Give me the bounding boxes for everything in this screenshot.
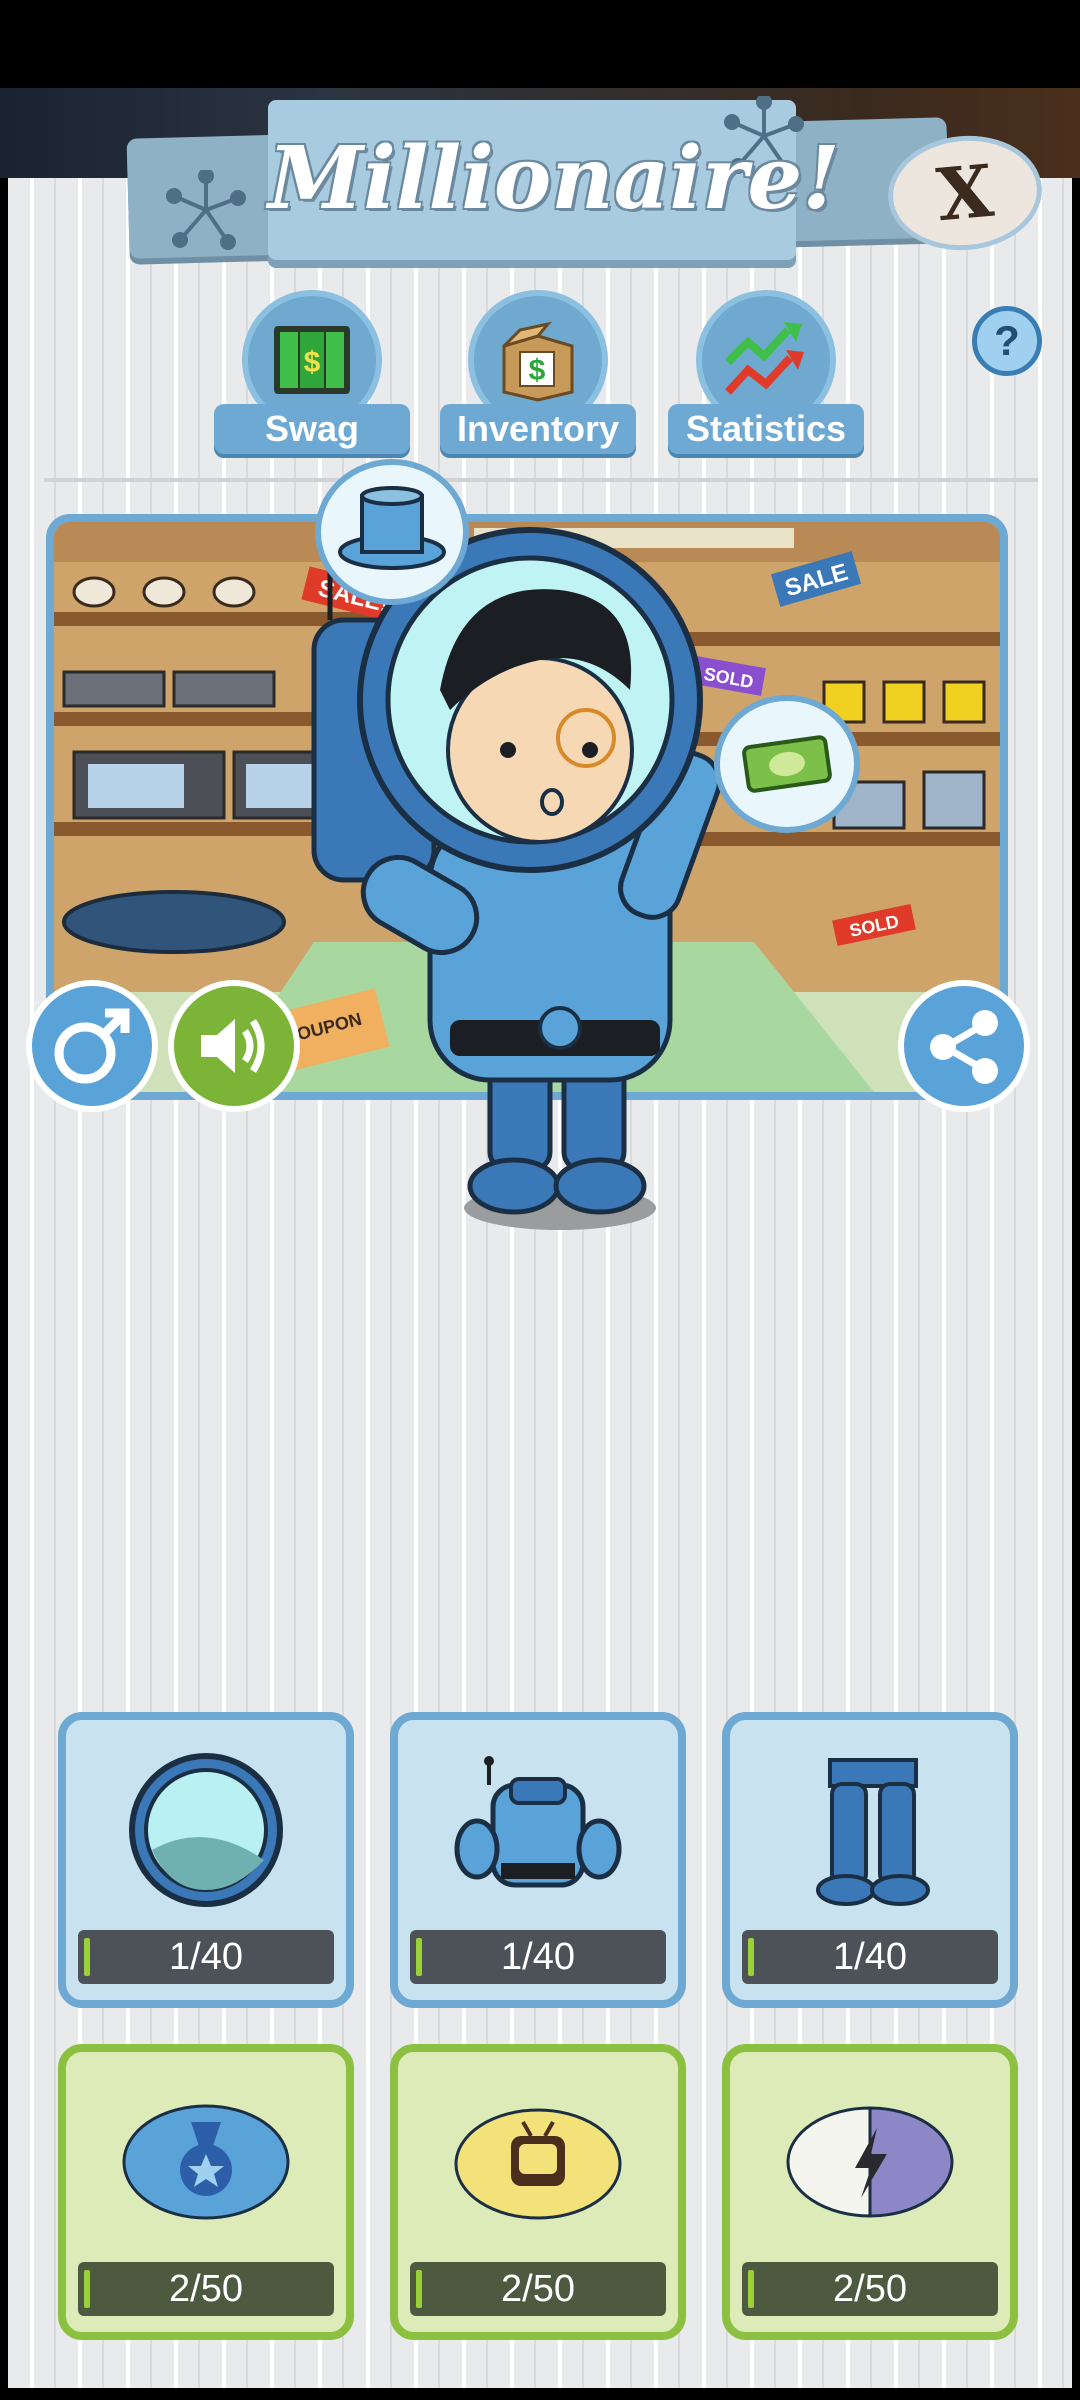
tv-icon xyxy=(438,2072,638,2252)
tab-label: Inventory xyxy=(440,404,636,454)
gender-toggle-button[interactable] xyxy=(26,980,158,1112)
progress-bar: 2/50 xyxy=(78,2262,334,2316)
slot-helmet[interactable]: 1/40 xyxy=(58,1712,354,2008)
svg-text:$: $ xyxy=(529,354,546,387)
suit-torso-icon xyxy=(438,1740,638,1920)
suit-pants-icon xyxy=(770,1740,970,1920)
medal-icon xyxy=(106,2072,306,2252)
slot-medal[interactable]: 2/50 xyxy=(58,2044,354,2340)
progress-bar: 1/40 xyxy=(78,1930,334,1984)
progress-bar: 1/40 xyxy=(742,1930,998,1984)
tab-statistics[interactable]: Statistics xyxy=(668,290,864,456)
slot-suit-pants[interactable]: 1/40 xyxy=(722,1712,1018,2008)
asterisk-decoration-icon xyxy=(166,170,246,250)
help-button[interactable]: ? xyxy=(972,306,1042,376)
share-button[interactable] xyxy=(898,980,1030,1112)
close-icon: X xyxy=(933,147,997,238)
tab-inventory[interactable]: $ Inventory xyxy=(440,290,636,456)
svg-text:$: $ xyxy=(304,346,321,379)
helmet-icon xyxy=(106,1740,306,1920)
progress-bar: 2/50 xyxy=(742,2262,998,2316)
status-bar xyxy=(0,0,1080,88)
sound-toggle-button[interactable] xyxy=(168,980,300,1112)
speaker-icon xyxy=(201,1019,265,1073)
male-symbol-icon xyxy=(54,1008,130,1084)
page-title: Millionaire! xyxy=(268,128,840,229)
slot-tv[interactable]: 2/50 xyxy=(390,2044,686,2340)
share-icon xyxy=(930,1010,998,1084)
tab-label: Swag xyxy=(214,404,410,454)
lightning-icon xyxy=(770,2072,970,2252)
slot-suit-torso[interactable]: 1/40 xyxy=(390,1712,686,2008)
tab-swag[interactable]: $ Swag xyxy=(214,290,410,456)
top-hat-bubble-icon xyxy=(315,459,469,605)
tab-label: Statistics xyxy=(668,404,864,454)
progress-bar: 1/40 xyxy=(410,1930,666,1984)
slot-lightning[interactable]: 2/50 xyxy=(722,2044,1018,2340)
progress-bar: 2/50 xyxy=(410,2262,666,2316)
cash-bubble-icon xyxy=(714,695,860,833)
